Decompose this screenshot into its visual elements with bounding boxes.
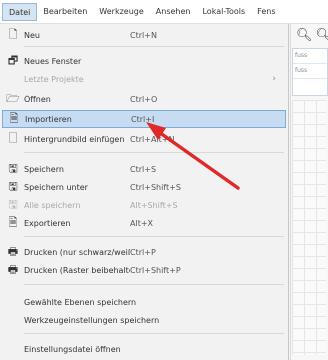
menu-item-recent[interactable]: Letzte Projekte › <box>2 70 286 88</box>
menu-item-save-defaults[interactable]: Werkzeugeinstellungen speichern <box>2 311 286 329</box>
separator <box>24 236 284 237</box>
menu-item-print-bw[interactable]: 🖶︎ Drucken (nur schwarz/weiß) Ctrl+P <box>2 243 286 261</box>
menu-item-open[interactable]: 🗁︎ Öffnen Ctrl+O <box>2 90 286 108</box>
import-icon: 🗎︎ <box>9 111 19 125</box>
shortcut: Ctrl+O <box>130 94 158 104</box>
shortcut: Ctrl+Alt+N <box>130 134 175 144</box>
printer-icon: 🖶︎ <box>7 262 19 276</box>
menu-item-print-raster[interactable]: 🖶︎ Drucken (Raster beibehalten) Ctrl+Shi… <box>2 261 286 279</box>
menu-datei[interactable]: Datei <box>2 2 38 21</box>
shortcut: Ctrl+Shift+S <box>130 182 181 192</box>
menu-item-label: Speichern <box>24 164 64 174</box>
printer-icon: 🖶︎ <box>7 244 19 258</box>
menu-item-label: Alle speichern <box>24 200 81 210</box>
shortcut: Ctrl+S <box>130 164 157 174</box>
zoom-icon[interactable]: 🔍︎ <box>316 28 328 43</box>
export-icon: 🗎︎ <box>8 215 18 229</box>
zoom-icon[interactable]: 🔍︎ <box>296 28 313 43</box>
menu-item-save[interactable]: 🖫︎ Speichern Ctrl+S <box>2 160 286 178</box>
drawing-canvas[interactable] <box>292 100 326 355</box>
menu-item-label: Speichern unter <box>24 182 88 192</box>
menu-item-save-settings[interactable]: Gewählte Ebenen speichern <box>2 293 286 311</box>
menu-item-save-all[interactable]: 🖫︎ Alle speichern Alt+Shift+S <box>2 196 286 214</box>
menu-ansehen[interactable]: Ansehen <box>150 3 197 21</box>
folder-open-icon: 🗁︎ <box>6 91 20 105</box>
menu-fenster[interactable]: Fens <box>251 3 281 21</box>
image-file-icon: 🗌︎ <box>8 131 18 145</box>
side-panel-row[interactable]: fuss <box>293 64 327 79</box>
menu-lokal-tools[interactable]: Lokal-Tools <box>196 3 251 21</box>
save-all-icon: 🖫︎ <box>8 197 18 211</box>
new-file-icon: 🗋︎ <box>8 27 18 41</box>
separator <box>24 333 284 334</box>
menu-item-label: Werkzeugeinstellungen speichern <box>24 315 160 325</box>
menu-werkzeuge[interactable]: Werkzeuge <box>93 3 149 21</box>
shortcut: Ctrl+I <box>131 114 155 124</box>
menu-item-label: Exportieren <box>24 218 71 228</box>
save-as-icon: 🖫︎ <box>8 179 18 193</box>
shortcut: Alt+Shift+S <box>130 200 178 210</box>
menu-item-label: Gewählte Ebenen speichern <box>24 297 137 307</box>
menu-item-label: Einstellungsdatei öffnen <box>24 344 121 354</box>
side-panel: fuss fuss <box>292 48 328 96</box>
shortcut: Ctrl+Shift+P <box>130 265 181 275</box>
menu-item-label: Hintergrundbild einfügen <box>24 134 125 144</box>
menu-item-label: Neues Fenster <box>24 56 82 66</box>
menu-item-label: Neu <box>24 30 40 40</box>
shortcut: Alt+X <box>130 218 154 228</box>
menu-item-image-import[interactable]: 🗌︎ Hintergrundbild einfügen Ctrl+Alt+N <box>2 130 286 148</box>
menu-item-new[interactable]: 🗋︎ Neu Ctrl+N <box>2 26 286 44</box>
side-panel-row[interactable]: fuss <box>293 49 327 64</box>
menu-item-label: Drucken (nur schwarz/weiß) <box>24 247 130 257</box>
menubar: Datei Bearbeiten Werkzeuge Ansehen Lokal… <box>0 0 328 24</box>
menu-item-save-as[interactable]: 🖫︎ Speichern unter Ctrl+Shift+S <box>2 178 286 196</box>
menu-bearbeiten[interactable]: Bearbeiten <box>37 3 93 21</box>
menu-item-import[interactable]: 🗎︎ Importieren Ctrl+I <box>2 110 286 128</box>
menu-item-new-window[interactable]: 🗗︎ Neues Fenster <box>2 52 286 70</box>
save-icon: 🖫︎ <box>8 161 18 175</box>
file-menu: 🗋︎ Neu Ctrl+N 🗗︎ Neues Fenster Letzte Pr… <box>0 24 289 360</box>
separator <box>24 46 284 47</box>
menu-item-label: Letzte Projekte <box>24 74 84 84</box>
menu-item-open-settings[interactable]: Einstellungsdatei öffnen <box>2 340 286 358</box>
submenu-arrow-icon: › <box>272 74 276 84</box>
separator <box>24 152 284 153</box>
shortcut: Ctrl+N <box>130 30 157 40</box>
separator <box>24 284 284 285</box>
menu-item-label: Drucken (Raster beibehalten) <box>24 265 130 275</box>
menu-item-label: Importieren <box>25 114 72 124</box>
shortcut: Ctrl+P <box>130 247 156 257</box>
menu-item-label: Öffnen <box>24 94 51 104</box>
zoom-toolbar: 🔍︎ 🔍︎ <box>296 28 328 43</box>
new-window-icon: 🗗︎ <box>7 53 19 67</box>
menu-item-export[interactable]: 🗎︎ Exportieren Alt+X <box>2 214 286 232</box>
